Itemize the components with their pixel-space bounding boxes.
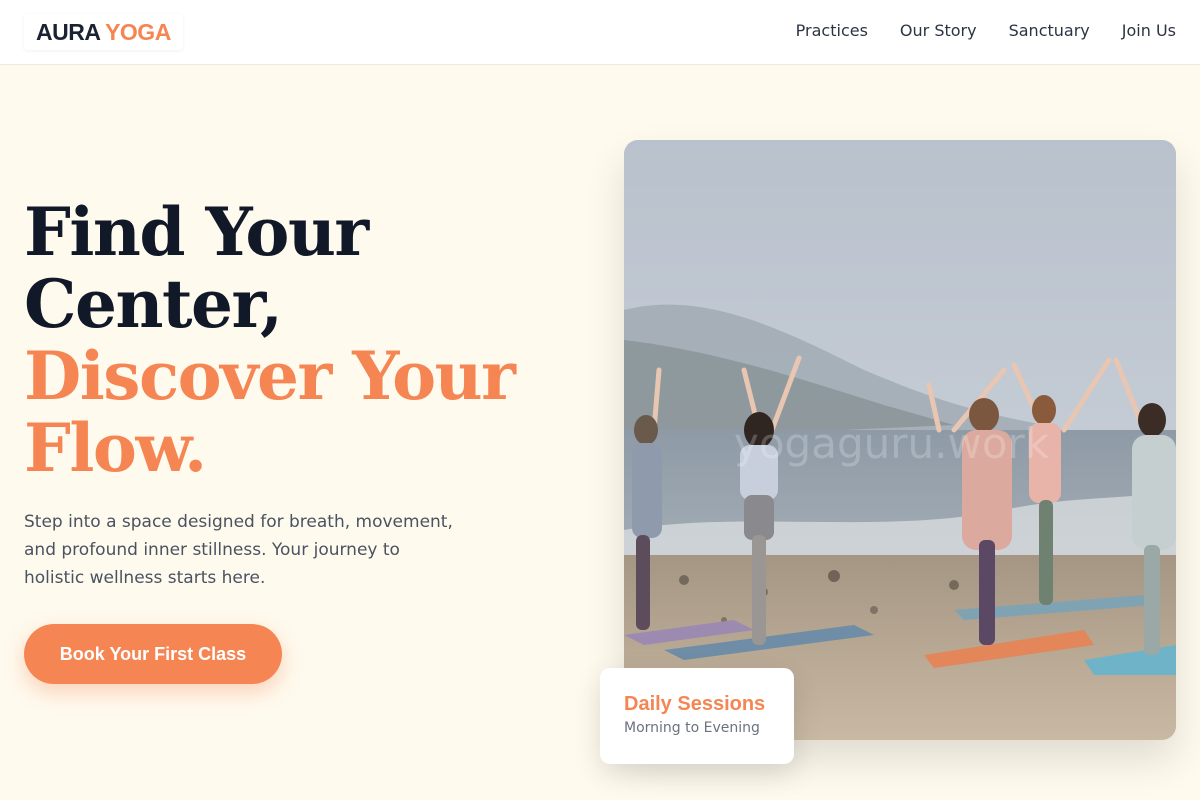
nav-link-practices[interactable]: Practices (796, 20, 868, 42)
hero-photo-beach-yoga: yogaguru.work (624, 140, 1176, 740)
badge-subtitle: Morning to Evening (624, 720, 760, 736)
badge-title: Daily Sessions (624, 693, 766, 715)
nav-link-our-story[interactable]: Our Story (900, 20, 977, 42)
headline-line-4: Flow. (24, 409, 207, 487)
nav-link-sanctuary[interactable]: Sanctuary (1009, 20, 1090, 42)
headline-line-3: Discover Your (24, 337, 516, 415)
photo-watermark: yogaguru.work (734, 419, 1050, 468)
nav-link-join-us[interactable]: Join Us (1122, 20, 1176, 42)
logo-text-yoga: YOGA (105, 19, 171, 45)
book-first-class-button[interactable]: Book Your First Class (24, 624, 282, 684)
headline-line-1: Find Your (24, 193, 369, 271)
hero-headline: Find Your Center, Discover Your Flow. (24, 196, 584, 484)
daily-sessions-badge: Daily Sessions Morning to Evening (600, 668, 794, 764)
main-nav: Practices Our Story Sanctuary Join Us (796, 20, 1176, 42)
brand-logo[interactable]: AURA YOGA (24, 14, 183, 50)
hero-subtitle: Step into a space designed for breath, m… (24, 512, 453, 588)
headline-line-2: Center, (24, 265, 283, 343)
site-header: AURA YOGA Practices Our Story Sanctuary … (0, 0, 1200, 65)
logo-text-aura: AURA (36, 19, 100, 45)
